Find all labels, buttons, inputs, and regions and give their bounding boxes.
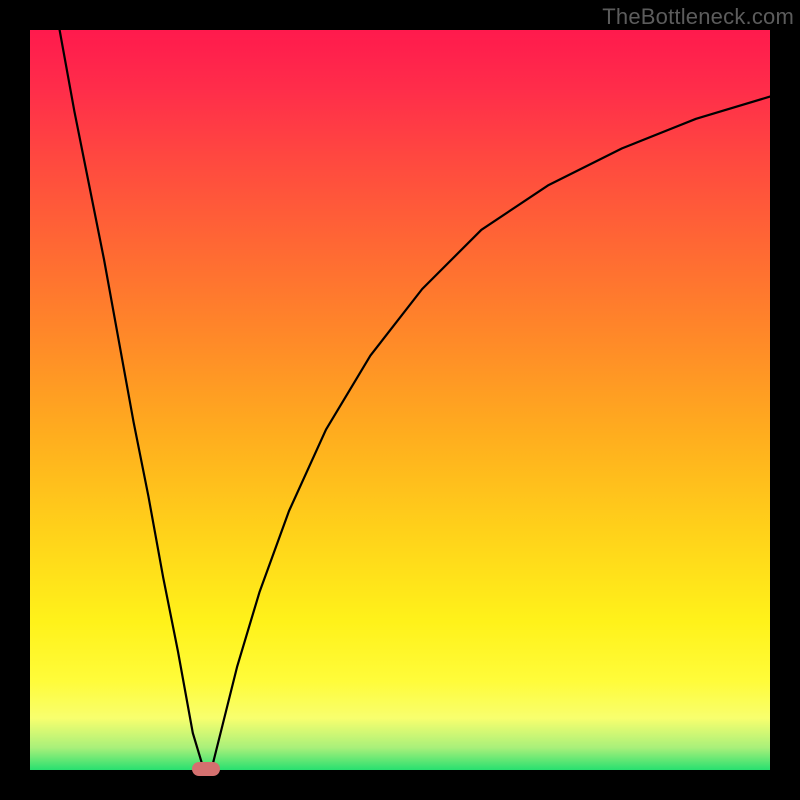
watermark-text: TheBottleneck.com <box>602 4 794 30</box>
bottleneck-curve <box>30 30 770 770</box>
minimum-marker <box>192 762 220 776</box>
outer-frame: TheBottleneck.com <box>0 0 800 800</box>
gradient-plot-area <box>30 30 770 770</box>
